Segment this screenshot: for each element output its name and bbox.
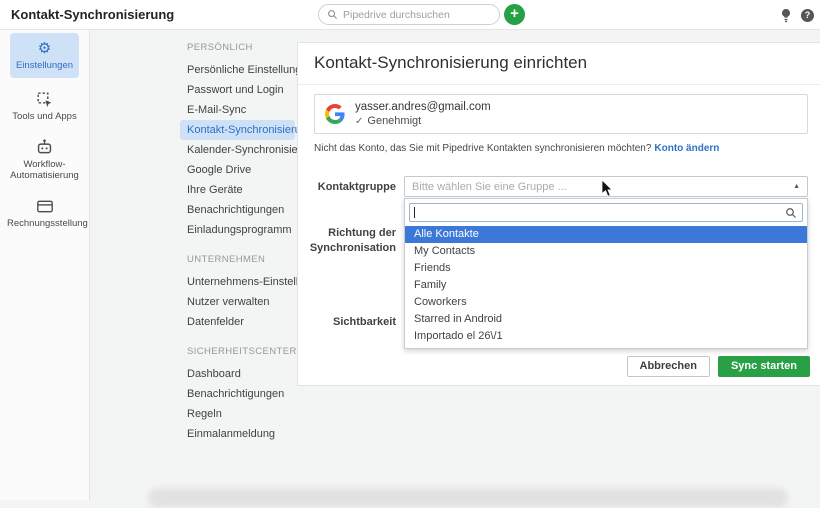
top-bar: Kontakt-Synchronisierung Pipedrive durch… [0, 0, 820, 30]
option-my-contacts[interactable]: My Contacts [405, 243, 807, 260]
menu-item-datenfelder[interactable]: Datenfelder [180, 312, 295, 332]
visibility-label: Sichtbarkeit [304, 316, 396, 328]
menu-section-persoenlich: PERSÖNLICH Persönliche Einstellungen Pas… [187, 42, 297, 240]
menu-item-unternehmens-einstellungen[interactable]: Unternehmens-Einstellungen [180, 272, 295, 292]
google-logo-icon [325, 104, 345, 124]
global-search-input[interactable]: Pipedrive durchsuchen [318, 4, 500, 25]
sidebar-item-einstellungen[interactable]: ⚙ Einstellungen [10, 33, 79, 78]
panel-footer: Abbrechen Sync starten [627, 356, 811, 377]
option-starred-in-android[interactable]: Starred in Android [405, 311, 807, 328]
menu-section-title: SICHERHEITSCENTER [187, 346, 297, 357]
check-icon: ✓ [355, 116, 363, 127]
text-caret [414, 207, 415, 218]
caret-up-icon: ▲ [793, 183, 800, 190]
option-friends[interactable]: Friends [405, 260, 807, 277]
sync-direction-label: Richtung der Synchronisation [304, 226, 396, 256]
search-placeholder: Pipedrive durchsuchen [343, 9, 450, 21]
menu-item-einmalanmeldung[interactable]: Einmalanmeldung [180, 424, 295, 444]
sidebar-item-label: Einstellungen [12, 60, 77, 71]
tools-apps-icon [7, 91, 82, 108]
sidebar-item-label: Tools und Apps [7, 111, 82, 122]
option-family[interactable]: Family [405, 277, 807, 294]
change-account-notice: Nicht das Konto, das Sie mit Pipedrive K… [314, 143, 719, 154]
account-status: ✓ Genehmigt [355, 115, 491, 127]
menu-item-benachrichtigungen[interactable]: Benachrichtigungen [180, 200, 295, 220]
menu-item-email-sync[interactable]: E-Mail-Sync [180, 100, 295, 120]
quick-add-button[interactable]: + [504, 4, 525, 25]
settings-menu: PERSÖNLICH Persönliche Einstellungen Pas… [90, 30, 297, 500]
group-dropdown-popup: Alle Kontakte My Contacts Friends Family… [404, 198, 808, 349]
bottom-shadow-shape [148, 488, 788, 508]
account-email: yasser.andres@gmail.com [355, 101, 491, 113]
google-account-card: yasser.andres@gmail.com ✓ Genehmigt [314, 94, 808, 134]
search-icon [327, 9, 338, 20]
menu-item-ihre-geraete[interactable]: Ihre Geräte [180, 180, 295, 200]
menu-item-persoenliche-einstellungen[interactable]: Persönliche Einstellungen [180, 60, 295, 80]
page-title: Kontakt-Synchronisierung [11, 0, 174, 30]
account-status-label: Genehmigt [367, 115, 421, 127]
menu-item-regeln[interactable]: Regeln [180, 404, 295, 424]
group-options-list: Alle Kontakte My Contacts Friends Family… [405, 226, 807, 345]
option-coworkers[interactable]: Coworkers [405, 294, 807, 311]
tips-lightbulb-icon[interactable] [780, 8, 792, 23]
menu-item-dashboard[interactable]: Dashboard [180, 364, 295, 384]
menu-section-title: UNTERNEHMEN [187, 254, 297, 265]
select-placeholder: Bitte wählen Sie eine Gruppe ... [412, 181, 567, 193]
menu-item-einladungsprogramm[interactable]: Einladungsprogramm [180, 220, 295, 240]
change-account-link[interactable]: Konto ändern [654, 143, 719, 154]
menu-item-benachrichtigungen-sicherheit[interactable]: Benachrichtigungen [180, 384, 295, 404]
account-info: yasser.andres@gmail.com ✓ Genehmigt [355, 101, 491, 127]
main-panel: Kontakt-Synchronisierung einrichten yass… [297, 42, 820, 386]
sidebar-item-rechnungsstellung[interactable]: Rechnungsstellung [5, 189, 84, 236]
sidebar-item-label: Workflow-Automatisierung [7, 159, 82, 182]
menu-item-kontakt-synchronisierung[interactable]: Kontakt-Synchronisierung [180, 120, 295, 140]
menu-item-google-drive[interactable]: Google Drive [180, 160, 295, 180]
menu-section-sicherheitscenter: SICHERHEITSCENTER Dashboard Benachrichti… [187, 346, 297, 444]
gear-icon: ⚙ [12, 40, 77, 57]
sidebar-item-workflow-automatisierung[interactable]: Workflow-Automatisierung [5, 130, 84, 189]
icon-sidebar: ⚙ Einstellungen Tools und Apps Workflow-… [0, 30, 90, 500]
robot-icon [7, 139, 82, 156]
notice-text: Nicht das Konto, das Sie mit Pipedrive K… [314, 143, 651, 154]
menu-section-title: PERSÖNLICH [187, 42, 297, 53]
panel-heading: Kontakt-Synchronisierung einrichten [298, 43, 820, 85]
mouse-cursor [601, 179, 613, 198]
contact-group-label: Kontaktgruppe [304, 181, 396, 193]
sidebar-item-label: Rechnungsstellung [7, 218, 82, 229]
sidebar-item-tools-und-apps[interactable]: Tools und Apps [5, 82, 84, 129]
start-sync-button[interactable]: Sync starten [718, 356, 810, 377]
help-icon[interactable]: ? [801, 9, 814, 22]
menu-item-kalender-synchronisierung[interactable]: Kalender-Synchronisierung [180, 140, 295, 160]
menu-item-passwort-und-login[interactable]: Passwort und Login [180, 80, 295, 100]
group-filter-input[interactable] [410, 206, 802, 223]
menu-section-unternehmen: UNTERNEHMEN Unternehmens-Einstellungen N… [187, 254, 297, 332]
menu-item-nutzer-verwalten[interactable]: Nutzer verwalten [180, 292, 295, 312]
group-filter-field[interactable] [409, 203, 803, 222]
option-importado[interactable]: Importado el 26\/1 [405, 328, 807, 345]
search-icon [785, 207, 797, 219]
option-alle-kontakte[interactable]: Alle Kontakte [405, 226, 807, 243]
cancel-button[interactable]: Abbrechen [627, 356, 710, 377]
billing-card-icon [7, 198, 82, 215]
